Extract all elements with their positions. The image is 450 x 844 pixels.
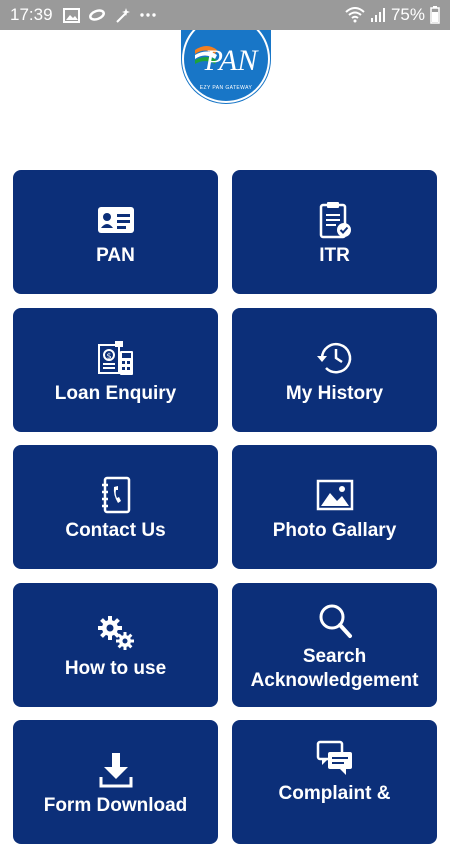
tile-form-download-label: Form Download: [43, 795, 188, 816]
download-icon: [98, 750, 134, 790]
loan-calculator-icon: $: [97, 338, 135, 378]
tile-search-acknowledgement[interactable]: Search Acknowledgement: [232, 583, 437, 707]
tile-pan[interactable]: PAN: [13, 170, 218, 294]
tile-form-download[interactable]: Form Download: [13, 720, 218, 844]
tile-itr[interactable]: ITR: [232, 170, 437, 294]
gears-icon: [96, 613, 136, 653]
tile-itr-label: ITR: [319, 245, 350, 266]
tile-contact-us[interactable]: Contact Us: [13, 445, 218, 569]
photo-icon: [316, 475, 354, 515]
tile-complaint-label: Complaint &: [278, 783, 391, 804]
id-card-icon: [97, 200, 135, 240]
tile-loan-enquiry-label: Loan Enquiry: [54, 383, 177, 404]
tile-how-to-use-label: How to use: [64, 658, 167, 679]
tile-photo-gallary[interactable]: Photo Gallary: [232, 445, 437, 569]
tile-my-history-label: My History: [285, 383, 384, 404]
tile-photo-gallary-label: Photo Gallary: [272, 520, 397, 541]
history-clock-icon: [316, 338, 354, 378]
tile-complaint[interactable]: Complaint &: [232, 720, 437, 844]
tile-search-acknowledgement-label: Search Acknowledgement: [250, 646, 419, 691]
tile-loan-enquiry[interactable]: $ Loan Enquiry: [13, 308, 218, 432]
tile-how-to-use[interactable]: How to use: [13, 583, 218, 707]
svg-text:$: $: [106, 352, 111, 361]
tile-contact-us-label: Contact Us: [65, 520, 166, 541]
search-icon: [317, 601, 353, 641]
address-book-icon: [99, 475, 133, 515]
tile-pan-label: PAN: [96, 245, 135, 266]
menu-grid: PAN ITR $ Loan Enquiry My History Contac…: [0, 0, 450, 844]
clipboard-check-icon: [318, 200, 352, 240]
chat-bubbles-icon: [316, 738, 354, 778]
tile-my-history[interactable]: My History: [232, 308, 437, 432]
